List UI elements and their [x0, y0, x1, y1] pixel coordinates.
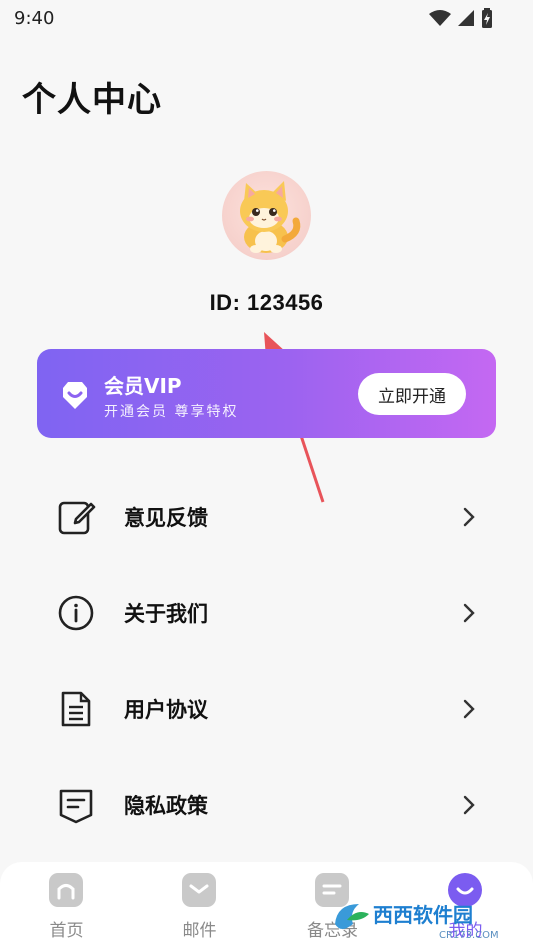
vip-card[interactable]: 会员VIP 开通会员 尊享特权 立即开通	[37, 349, 496, 438]
cat-avatar-icon	[240, 181, 301, 253]
chevron-right-icon	[463, 699, 475, 719]
battery-charging-icon	[482, 8, 492, 28]
cellular-icon	[458, 10, 474, 26]
chevron-right-icon	[463, 603, 475, 623]
menu-label-about: 关于我们	[124, 602, 208, 626]
document-icon	[61, 691, 91, 727]
watermark-logo: 西西软件园 CR173.COM	[335, 903, 499, 941]
vip-shield-icon	[63, 382, 87, 409]
page-title: 个人中心	[22, 80, 162, 120]
mail-icon	[182, 873, 216, 907]
tab-home[interactable]: 首页	[0, 862, 133, 948]
menu-label-privacy-policy: 隐私政策	[124, 794, 208, 818]
privacy-note-icon	[59, 789, 93, 824]
menu-item-privacy-policy[interactable]: 隐私政策	[0, 757, 533, 853]
chevron-right-icon	[463, 507, 475, 527]
feedback-edit-icon	[58, 501, 96, 535]
tab-label-home: 首页	[49, 921, 84, 941]
watermark-text: 西西软件园	[373, 903, 473, 927]
menu-label-feedback: 意见反馈	[124, 506, 208, 530]
vip-activate-button[interactable]: 立即开通	[358, 373, 466, 415]
watermark-subtext: CR173.COM	[439, 930, 499, 941]
vip-title: 会员VIP	[104, 374, 182, 398]
chevron-right-icon	[463, 795, 475, 815]
vip-subtitle: 开通会员 尊享特权	[104, 404, 239, 420]
avatar[interactable]	[222, 171, 311, 260]
wifi-icon	[429, 10, 451, 26]
tab-mail[interactable]: 邮件	[133, 862, 266, 948]
menu-item-user-agreement[interactable]: 用户协议	[0, 661, 533, 757]
info-icon	[58, 595, 94, 631]
status-icons	[429, 8, 493, 28]
menu-item-about[interactable]: 关于我们	[0, 565, 533, 661]
menu-label-user-agreement: 用户协议	[124, 698, 208, 722]
tab-label-mail: 邮件	[182, 921, 217, 941]
status-bar: 9:40	[0, 0, 533, 36]
menu-item-feedback[interactable]: 意见反馈	[0, 469, 533, 565]
home-icon	[49, 873, 83, 907]
status-time: 9:40	[14, 8, 55, 29]
user-id: ID: 123456	[209, 290, 324, 315]
